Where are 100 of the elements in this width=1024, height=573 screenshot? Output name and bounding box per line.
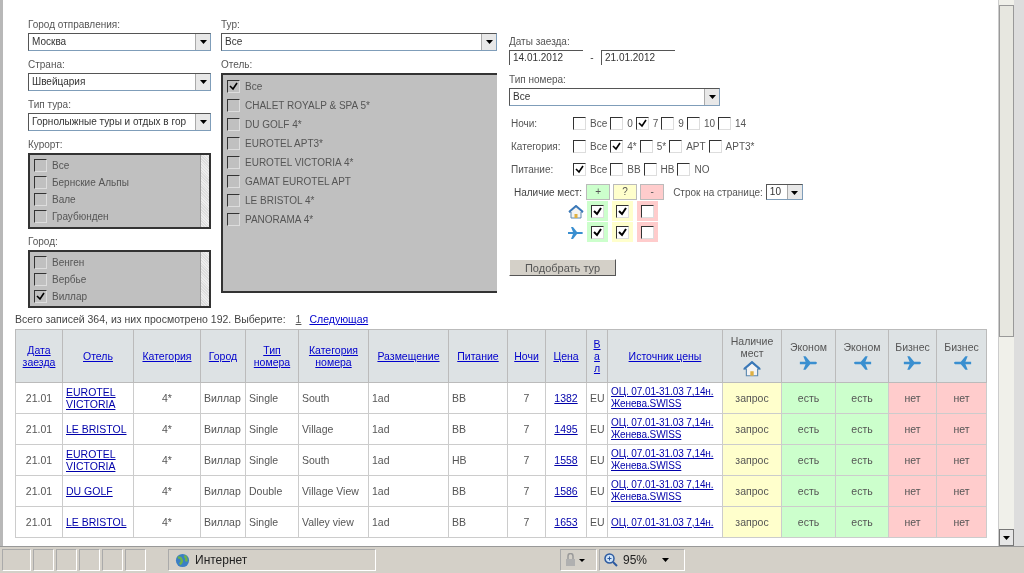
date-field[interactable]: 14.01.2012: [509, 50, 583, 65]
checkbox[interactable]: [677, 163, 691, 176]
checkbox[interactable]: [669, 140, 683, 153]
table-cell: South: [298, 382, 369, 414]
field-label: Отель:: [221, 59, 254, 71]
hotel-link[interactable]: DU GOLF: [66, 485, 113, 497]
submit-button[interactable]: Подобрать тур: [509, 259, 616, 276]
checkbox[interactable]: [616, 204, 629, 218]
caret-icon: [704, 89, 719, 105]
checkbox[interactable]: [573, 140, 586, 153]
checkbox[interactable]: [227, 175, 240, 188]
price-source-link[interactable]: ОЦ. 07.01-31.03 7,14н. Женева.SWISS: [611, 448, 714, 472]
checkbox[interactable]: [227, 194, 240, 207]
country-dropdown[interactable]: Швейцария: [28, 73, 211, 91]
date-field[interactable]: 21.01.2012: [601, 50, 675, 65]
tour-type-dropdown[interactable]: Горнолыжные туры и отдых в гор: [28, 113, 211, 131]
checkbox[interactable]: [227, 99, 240, 112]
checkbox[interactable]: [641, 204, 654, 218]
zoom-level[interactable]: 95%: [623, 553, 648, 567]
checkbox[interactable]: [34, 290, 47, 303]
table-cell: 21.01: [15, 475, 63, 507]
sort-link[interactable]: Категория: [142, 350, 192, 362]
checkbox[interactable]: [591, 225, 604, 239]
table-cell: Village: [298, 413, 369, 445]
price-link[interactable]: 1586: [554, 485, 578, 497]
checkbox[interactable]: [635, 117, 649, 130]
pagination-link[interactable]: Следующая: [309, 313, 369, 325]
table-cell: 21.01: [15, 413, 63, 445]
status-pane: [79, 549, 100, 571]
room-type-dropdown[interactable]: Все: [509, 88, 720, 106]
checkbox[interactable]: [573, 117, 586, 130]
checkbox[interactable]: [227, 80, 240, 93]
checkbox[interactable]: [708, 140, 722, 153]
price-source-link[interactable]: ОЦ. 07.01-31.03 7,14н. Женева.SWISS: [611, 417, 714, 441]
filter-label: Ночи:: [511, 118, 539, 129]
checkbox[interactable]: [227, 156, 240, 169]
checkbox[interactable]: [591, 204, 604, 218]
checkbox[interactable]: [610, 140, 624, 153]
hotel-link[interactable]: LE BRISTOL: [66, 423, 127, 435]
scroll-down-button[interactable]: [999, 529, 1014, 546]
availability-cell: есть: [835, 506, 889, 538]
tour-dropdown[interactable]: Все: [221, 33, 497, 51]
table-cell: 4*: [133, 413, 201, 445]
sort-link[interactable]: Источник цены: [628, 350, 702, 362]
table-cell: 7: [507, 382, 546, 414]
departure-city-dropdown[interactable]: Москва: [28, 33, 211, 51]
checkbox[interactable]: [661, 117, 675, 130]
sort-link[interactable]: Город: [208, 350, 238, 362]
sort-link[interactable]: Ночи: [514, 350, 539, 362]
checkbox[interactable]: [610, 117, 624, 130]
table-cell: BB: [448, 382, 508, 414]
filter-label: Строк на странице:: [673, 186, 763, 198]
checkbox[interactable]: [227, 118, 240, 131]
checkbox[interactable]: [34, 193, 47, 206]
checkbox[interactable]: [573, 163, 586, 176]
checkbox[interactable]: [616, 225, 629, 239]
checkbox[interactable]: [34, 273, 47, 286]
price-link[interactable]: 1495: [554, 423, 578, 435]
checkbox[interactable]: [34, 159, 47, 172]
sort-link[interactable]: Вал: [591, 338, 603, 374]
checkbox-label: APT: [686, 141, 706, 152]
checkbox[interactable]: [718, 117, 732, 130]
sort-link[interactable]: Питание: [457, 350, 499, 362]
checkbox[interactable]: [227, 213, 240, 226]
scroll-thumb[interactable]: [999, 5, 1014, 337]
pagination-link[interactable]: 1: [295, 313, 302, 325]
table-cell: 1ad: [368, 413, 449, 445]
hotel-link[interactable]: LE BRISTOL: [66, 516, 127, 528]
sort-link[interactable]: Тип номера: [248, 344, 296, 368]
price-link[interactable]: 1382: [554, 392, 578, 404]
checkbox-label: Все: [590, 118, 608, 129]
caret-icon[interactable]: [662, 558, 670, 562]
hotel-link[interactable]: EUROTEL VICTORIA: [66, 386, 130, 410]
checkbox[interactable]: [643, 163, 657, 176]
checkbox[interactable]: [639, 140, 653, 153]
lock-icon[interactable]: [564, 553, 586, 567]
price-source-link[interactable]: ОЦ. 07.01-31.03 7,14н.: [611, 516, 714, 529]
checkbox[interactable]: [686, 117, 700, 130]
sort-link[interactable]: Категория номера: [301, 344, 366, 368]
checkbox[interactable]: [34, 176, 47, 189]
sort-link[interactable]: Цена: [553, 350, 579, 362]
sort-link[interactable]: Отель: [83, 350, 113, 362]
price-link[interactable]: 1653: [554, 516, 578, 528]
checkbox[interactable]: [641, 225, 654, 239]
scrollbar[interactable]: [200, 252, 209, 306]
checkbox[interactable]: [227, 137, 240, 150]
checkbox[interactable]: [34, 210, 47, 223]
sort-link[interactable]: Дата заезда: [18, 344, 60, 368]
price-source-link[interactable]: ОЦ. 07.01-31.03 7,14н. Женева.SWISS: [611, 386, 714, 410]
checkbox-label: EUROTEL VICTORIA 4*: [245, 157, 354, 168]
price-link[interactable]: 1558: [554, 454, 578, 466]
checkbox[interactable]: [610, 163, 624, 176]
status-pane: [2, 549, 31, 571]
scrollbar[interactable]: [200, 155, 209, 227]
rows-per-page-dropdown[interactable]: 10: [765, 184, 803, 200]
price-source-link[interactable]: ОЦ. 07.01-31.03 7,14н. Женева.SWISS: [611, 479, 714, 503]
checkbox[interactable]: [34, 256, 47, 269]
zoom-icon[interactable]: [604, 553, 618, 567]
sort-link[interactable]: Размещение: [377, 350, 440, 362]
hotel-link[interactable]: EUROTEL VICTORIA: [66, 448, 130, 472]
